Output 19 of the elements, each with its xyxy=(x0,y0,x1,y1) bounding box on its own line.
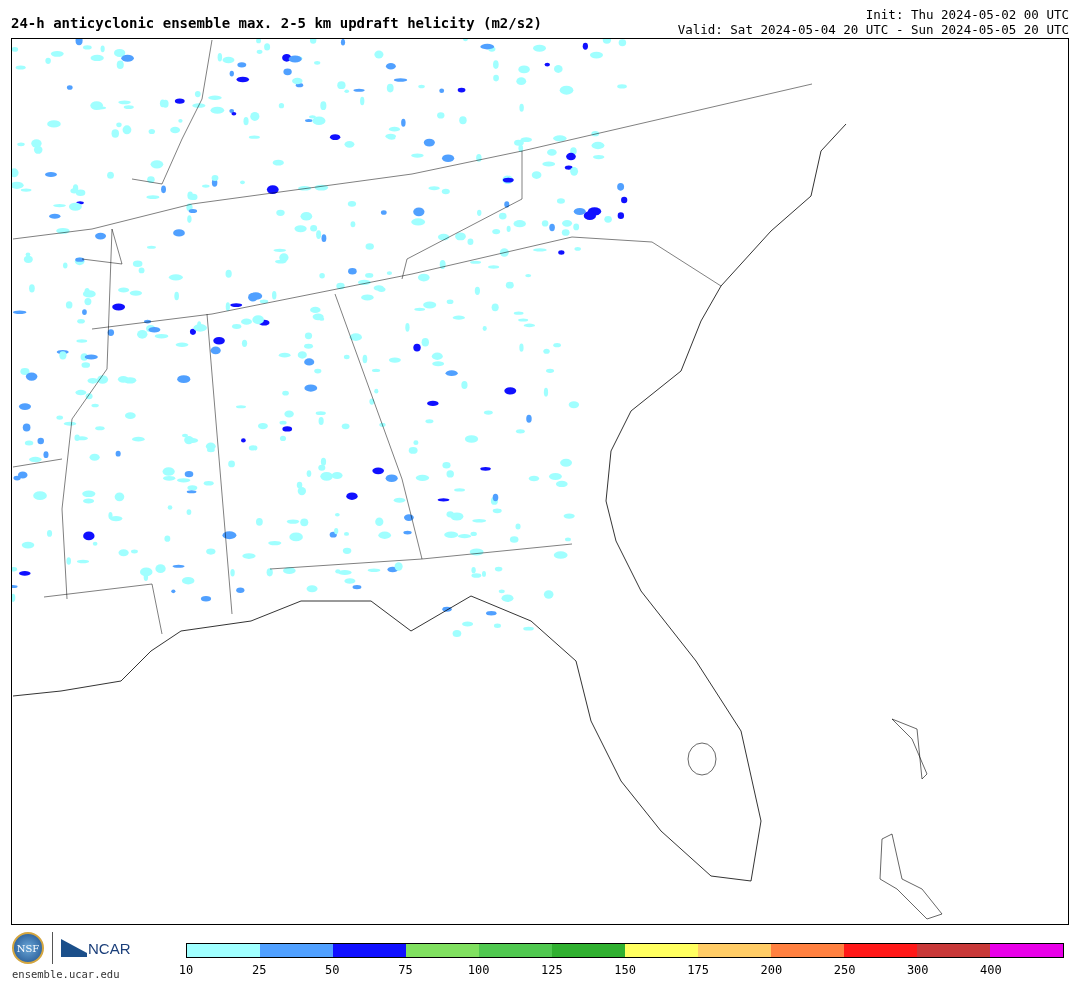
scale-label: 250 xyxy=(833,963,856,977)
scale-label: 200 xyxy=(760,963,783,977)
scale-label: 10 xyxy=(178,963,194,977)
scale-label: 25 xyxy=(251,963,267,977)
scale-label: 175 xyxy=(687,963,710,977)
scale-label: 400 xyxy=(980,963,1002,977)
scale-label: 75 xyxy=(398,963,413,977)
scale-label: 50 xyxy=(325,963,340,977)
nsf-logo: NSF xyxy=(12,932,44,964)
ncar-logo: NCAR xyxy=(61,939,131,957)
scale-label: 100 xyxy=(467,963,490,977)
website-url: ensemble.ucar.edu xyxy=(12,968,120,980)
scale-label: 150 xyxy=(614,963,636,977)
scale-label: 125 xyxy=(541,963,563,977)
valid-time: Valid: Sat 2024-05-04 20 UTC - Sun 2024-05-05 20 UTC xyxy=(677,22,1069,37)
init-time: Init: Thu 2024-05-02 00 UTC xyxy=(865,7,1069,22)
wave-icon xyxy=(61,939,87,957)
plot-title: 24-h anticyclonic ensemble max. 2-5 km updraft helicity (m2/s2) xyxy=(11,15,542,31)
scale-label: 300 xyxy=(906,963,929,977)
